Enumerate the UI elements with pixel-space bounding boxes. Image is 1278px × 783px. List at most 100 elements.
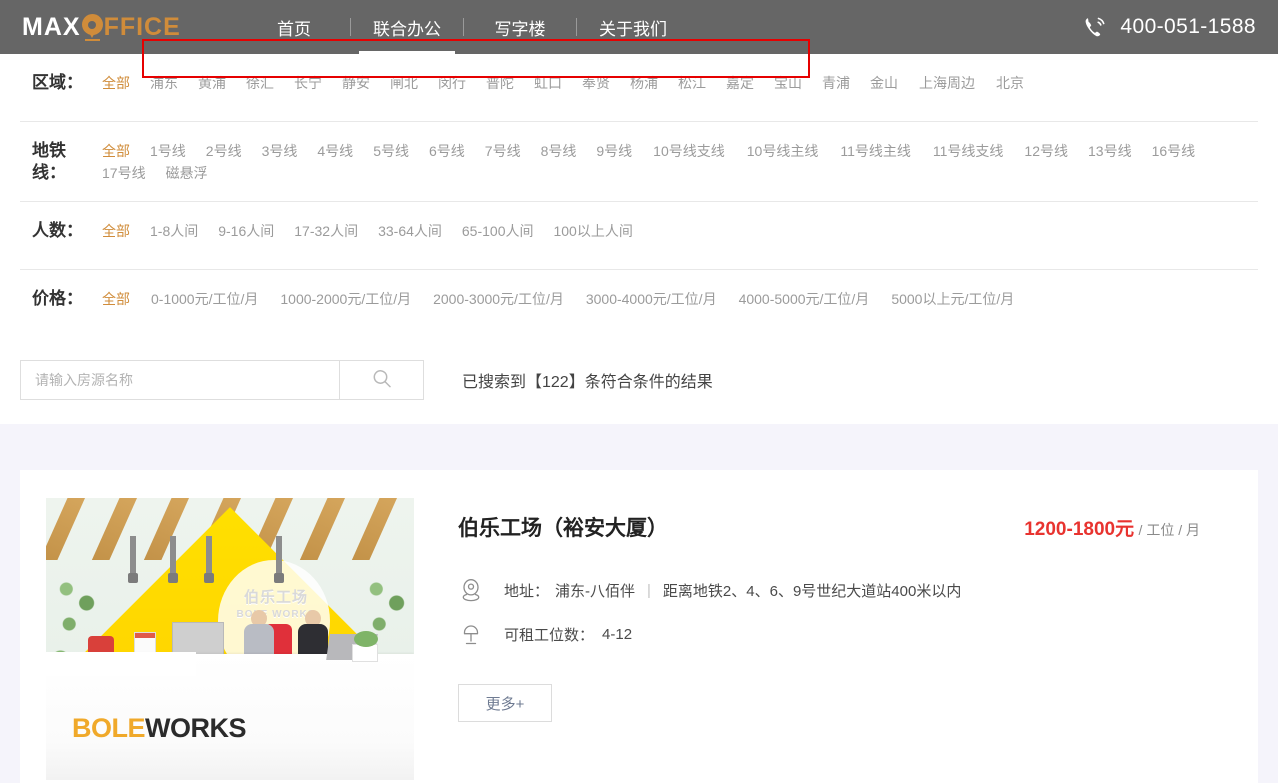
filter-option-capacity-all[interactable]: 全部 — [92, 220, 140, 242]
filter-option-district-jiading[interactable]: 嘉定 — [716, 72, 764, 94]
nav-item-about-us[interactable]: 关于我们 — [577, 0, 689, 54]
filter-option-subway-line3[interactable]: 3号线 — [252, 140, 308, 162]
photo-desk-logo-part2: WORKS — [145, 713, 247, 743]
nav-item-coworking[interactable]: 联合办公 — [351, 0, 463, 54]
filter-options-subway: 全部 1号线 2号线 3号线 4号线 5号线 6号线 7号线 8号线 9号线 1… — [92, 140, 1258, 184]
filter-row-district: 区域： 全部 浦东 黄浦 徐汇 长宁 静安 闸北 闵行 普陀 虹口 奉贤 杨浦 … — [20, 39, 1258, 122]
filter-option-district-huangpu[interactable]: 黄浦 — [188, 72, 236, 94]
filter-option-subway-line9[interactable]: 9号线 — [586, 140, 642, 162]
filter-option-subway-line1[interactable]: 1号线 — [140, 140, 196, 162]
filter-option-price-all[interactable]: 全部 — [92, 288, 140, 310]
location-pin-icon — [458, 578, 484, 602]
filter-label-price: 价格： — [32, 289, 83, 308]
listing-address-separator: | — [647, 581, 651, 599]
filter-option-subway-all[interactable]: 全部 — [92, 140, 140, 162]
listing-address-row: 地址： 浦东-八佰伴 | 距离地铁2、4、6、9号世纪大道站400米以内 — [458, 578, 1232, 602]
search-box — [20, 360, 424, 400]
filter-option-subway-line13[interactable]: 13号线 — [1078, 140, 1142, 162]
logo-text-max: MAX — [22, 12, 81, 41]
filter-option-district-changning[interactable]: 长宁 — [284, 72, 332, 94]
listing-photo[interactable]: 伯乐工场 BOLE WORKS BOLEWORKS — [46, 498, 414, 780]
nav-item-office-building[interactable]: 写字楼 — [464, 0, 576, 54]
nav-item-label: 联合办公 — [373, 19, 441, 39]
filter-option-subway-line4[interactable]: 4号线 — [307, 140, 363, 162]
filter-label-capacity: 人数： — [32, 221, 83, 240]
search-result-count: 已搜索到【122】条符合条件的结果 — [462, 374, 713, 391]
filter-option-district-zhabei[interactable]: 闸北 — [380, 72, 428, 94]
listing-more-button[interactable]: 更多+ — [458, 684, 552, 722]
filter-option-district-jingan[interactable]: 静安 — [332, 72, 380, 94]
filter-option-price-4000-5000[interactable]: 4000-5000元/工位/月 — [728, 288, 881, 310]
filter-options-capacity: 全部 1-8人间 9-16人间 17-32人间 33-64人间 65-100人间… — [92, 220, 1258, 242]
photo-pendant-lamp — [128, 536, 138, 583]
nav-item-home[interactable]: 首页 — [238, 0, 350, 54]
filter-option-capacity-9-16[interactable]: 9-16人间 — [208, 220, 284, 242]
listing-seats-row: 可租工位数： 4-12 — [458, 622, 1232, 646]
filter-option-subway-line2[interactable]: 2号线 — [196, 140, 252, 162]
filter-option-capacity-65-100[interactable]: 65-100人间 — [452, 220, 544, 242]
filter-option-capacity-33-64[interactable]: 33-64人间 — [368, 220, 452, 242]
filter-option-subway-line6[interactable]: 6号线 — [419, 140, 475, 162]
photo-wall-brand-cn: 伯乐工场 — [243, 589, 308, 606]
filter-option-district-fengxian[interactable]: 奉贤 — [572, 72, 620, 94]
listing-address-label: 地址： — [504, 582, 550, 600]
filter-option-subway-line8[interactable]: 8号线 — [531, 140, 587, 162]
filter-option-district-hongkou[interactable]: 虹口 — [524, 72, 572, 94]
listing-price: 1200-1800元 / 工位 / 月 — [1024, 514, 1232, 541]
office-chair-icon — [458, 622, 484, 646]
filter-option-district-xuhui[interactable]: 徐汇 — [236, 72, 284, 94]
filter-option-subway-line10-branch[interactable]: 10号线支线 — [642, 140, 736, 162]
listing-seats-value: 4-12 — [602, 625, 633, 643]
listing-price-unit: / 工位 / 月 — [1138, 522, 1200, 538]
filter-option-district-qingpu[interactable]: 青浦 — [812, 72, 860, 94]
filter-option-subway-line17[interactable]: 17号线 — [92, 162, 156, 184]
filter-options-district: 全部 浦东 黄浦 徐汇 长宁 静安 闸北 闵行 普陀 虹口 奉贤 杨浦 松江 嘉… — [92, 72, 1258, 94]
photo-desk-step — [46, 652, 196, 676]
search-bar: 已搜索到【122】条符合条件的结果 — [0, 338, 1278, 424]
filter-option-district-jinshan[interactable]: 金山 — [860, 72, 908, 94]
filter-option-district-baoshan[interactable]: 宝山 — [764, 72, 812, 94]
filter-option-district-songjiang[interactable]: 松江 — [668, 72, 716, 94]
search-button[interactable] — [339, 361, 423, 399]
photo-calendar — [134, 632, 156, 654]
main-navigation: 首页 联合办公 写字楼 关于我们 — [238, 0, 689, 54]
photo-desk-logo-part1: BOLE — [72, 713, 146, 743]
nav-item-label: 关于我们 — [599, 19, 667, 39]
listing-address-extra: 距离地铁2、4、6、9号世纪大道站400米以内 — [662, 582, 962, 600]
filter-option-subway-line10-main[interactable]: 10号线主线 — [736, 140, 830, 162]
site-logo[interactable]: MAX FFICE — [22, 12, 181, 41]
filter-option-subway-line16[interactable]: 16号线 — [1142, 140, 1206, 162]
filter-option-price-1000-2000[interactable]: 1000-2000元/工位/月 — [269, 288, 422, 310]
filter-option-subway-line7[interactable]: 7号线 — [475, 140, 531, 162]
filter-option-district-shanghai-surrounding[interactable]: 上海周边 — [908, 72, 986, 94]
filter-option-subway-line11-main[interactable]: 11号线主线 — [829, 140, 922, 162]
listing-details: 伯乐工场（裕安大厦） 1200-1800元 / 工位 / 月 地址： 浦东-八佰… — [414, 498, 1232, 763]
filter-option-subway-line11-branch[interactable]: 11号线支线 — [922, 140, 1015, 162]
filter-option-district-beijing[interactable]: 北京 — [986, 72, 1034, 94]
header-phone[interactable]: 400-051-1588 — [1082, 0, 1256, 54]
listing-seats-label: 可租工位数： — [504, 626, 595, 644]
filter-option-district-pudong[interactable]: 浦东 — [140, 72, 188, 94]
filter-option-capacity-100plus[interactable]: 100以上人间 — [543, 220, 642, 242]
filter-option-subway-line12[interactable]: 12号线 — [1014, 140, 1078, 162]
filter-option-district-minhang[interactable]: 闵行 — [428, 72, 476, 94]
listing-title[interactable]: 伯乐工场（裕安大厦） — [458, 512, 668, 542]
filter-option-capacity-1-8[interactable]: 1-8人间 — [140, 220, 208, 242]
filter-option-district-putuo[interactable]: 普陀 — [476, 72, 524, 94]
listing-price-value: 1200-1800元 — [1024, 519, 1135, 540]
search-input[interactable] — [21, 361, 339, 399]
filter-option-capacity-17-32[interactable]: 17-32人间 — [284, 220, 368, 242]
filter-option-district-yangpu[interactable]: 杨浦 — [620, 72, 668, 94]
nav-item-label: 写字楼 — [494, 19, 546, 39]
nav-item-label: 首页 — [277, 19, 311, 39]
filter-option-price-5000plus[interactable]: 5000以上元/工位/月 — [880, 288, 1025, 310]
filter-option-subway-line5[interactable]: 5号线 — [363, 140, 419, 162]
filter-option-price-3000-4000[interactable]: 3000-4000元/工位/月 — [575, 288, 728, 310]
photo-desk-logo: BOLEWORKS — [72, 713, 247, 744]
filter-option-price-0-1000[interactable]: 0-1000元/工位/月 — [140, 288, 269, 310]
logo-text-ffice: FFICE — [103, 12, 181, 41]
location-pin-icon — [81, 14, 104, 41]
filter-option-price-2000-3000[interactable]: 2000-3000元/工位/月 — [422, 288, 575, 310]
filter-option-subway-maglev[interactable]: 磁悬浮 — [156, 162, 218, 184]
filter-option-district-all[interactable]: 全部 — [92, 72, 140, 94]
